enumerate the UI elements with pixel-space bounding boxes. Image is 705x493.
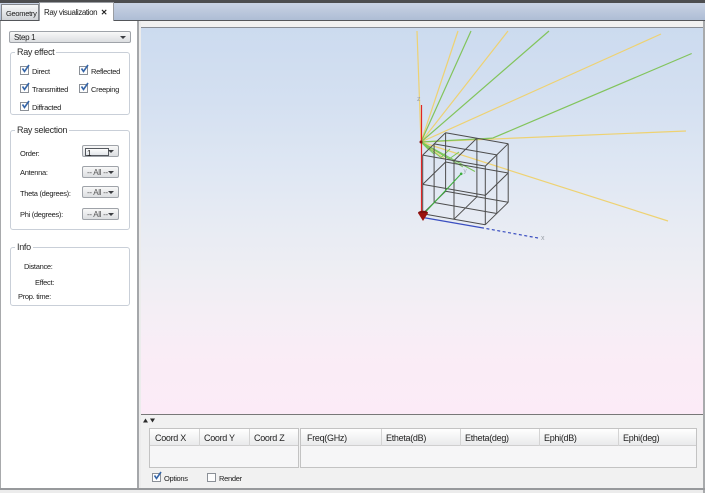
svg-text:y: y xyxy=(464,168,468,175)
svg-text:z: z xyxy=(417,96,421,103)
svg-text:x: x xyxy=(541,235,545,242)
